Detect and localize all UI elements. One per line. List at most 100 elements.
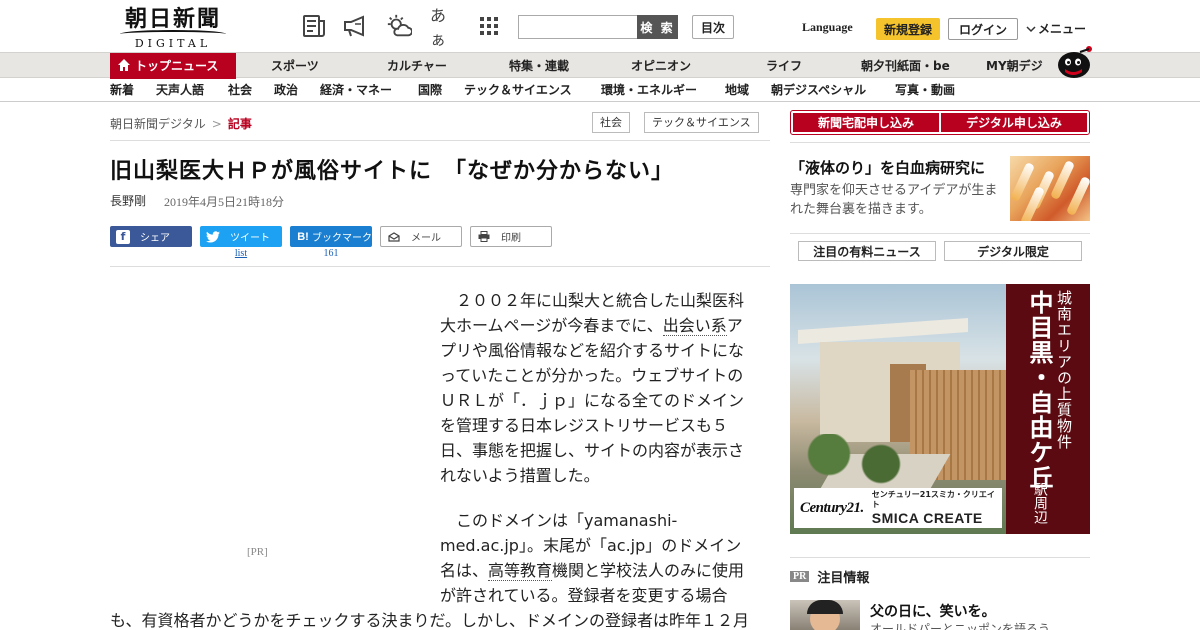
ad-brand-jp: センチュリー21スミカ・クリエイト xyxy=(871,490,995,509)
contents-button[interactable]: 目次 xyxy=(692,15,734,39)
tag-tech-science[interactable]: テック＆サイエンス xyxy=(644,112,759,133)
hatena-bookmark-label: ブックマーク xyxy=(312,233,372,244)
attention-description[interactable]: オールドパーとニッポンを語ろう xyxy=(870,620,1050,630)
secondary-nav: 新着 天声人語 社会 政治 経済・マネー 国際 テック＆サイエンス 環境・エネル… xyxy=(0,78,1200,102)
tag-society[interactable]: 社会 xyxy=(592,112,630,133)
newspaper-icon[interactable] xyxy=(302,14,328,38)
facebook-share-button[interactable]: f シェア xyxy=(110,226,192,247)
search-button[interactable]: 検 索 xyxy=(637,15,678,39)
divider xyxy=(790,557,1090,558)
article-title: 旧山梨医大ＨＰが風俗サイトに 「なぜか分からない」 xyxy=(110,159,675,184)
primary-nav: トップニュース スポーツ カルチャー 特集・連載 オピニオン ライフ 朝夕刊紙面… xyxy=(0,52,1200,79)
subscribe-paper-button[interactable]: 新聞宅配申し込み xyxy=(793,113,939,132)
attention-label: 注目情報 xyxy=(817,571,870,586)
article-paragraph-2-continued: も、有資格者かどうかをチェックする決まりだ。しかし、ドメインの登録者は昨年１２月 xyxy=(110,611,750,630)
logo-kanji: 朝日新聞 xyxy=(124,6,221,32)
nav-item-photo-video[interactable]: 写真・動画 xyxy=(895,78,955,102)
promo-image[interactable] xyxy=(1010,156,1090,221)
nav-item-opinion[interactable]: オピニオン xyxy=(631,53,691,79)
ad-headline-sub: 駅周辺 xyxy=(1032,482,1048,524)
weather-icon[interactable] xyxy=(386,14,412,38)
nav-item-top-news[interactable]: トップニュース xyxy=(110,53,236,79)
menu-button[interactable]: メニュー xyxy=(1026,20,1086,37)
nav-item-special[interactable]: 朝デジスペシャル xyxy=(771,78,866,102)
nav-item-economy[interactable]: 経済・マネー xyxy=(320,78,392,102)
register-button[interactable]: 新規登録 xyxy=(876,18,940,40)
language-link[interactable]: Language xyxy=(802,20,853,35)
nav-item-environment[interactable]: 環境・エネルギー xyxy=(601,78,697,102)
century21-logo: Century21. xyxy=(800,499,864,516)
nav-item-label: トップニュース xyxy=(135,59,219,73)
breadcrumb: 朝日新聞デジタル > 記事 xyxy=(110,115,252,132)
nav-item-latest[interactable]: 新着 xyxy=(110,78,134,102)
twitter-icon xyxy=(206,230,220,244)
menu-button-label: メニュー xyxy=(1038,22,1087,36)
tab-paid-news[interactable]: 注目の有料ニュース xyxy=(798,241,936,261)
breadcrumb-current: 記事 xyxy=(227,117,252,131)
facebook-share-label: シェア xyxy=(140,233,170,244)
nav-item-my-asadigi[interactable]: MY朝デジ xyxy=(986,53,1043,79)
twitter-count[interactable]: list xyxy=(200,248,282,259)
attention-heading: PR 注目情報 xyxy=(790,567,869,586)
promo-title[interactable]: 「液体のり」を白血病研究に xyxy=(790,157,985,178)
nav-item-politics[interactable]: 政治 xyxy=(274,78,298,102)
nav-item-sports[interactable]: スポーツ xyxy=(271,53,319,79)
nav-item-life[interactable]: ライフ xyxy=(766,53,802,79)
article-author[interactable]: 長野剛 xyxy=(110,192,146,209)
hatena-count[interactable]: 161 xyxy=(290,248,372,259)
pr-label: [PR] xyxy=(247,546,268,558)
search-input[interactable] xyxy=(518,15,637,39)
twitter-share-button[interactable]: ツイート xyxy=(200,226,282,247)
tab-digital-only[interactable]: デジタル限定 xyxy=(944,241,1082,261)
ad-house-photo: Century21. センチュリー21スミカ・クリエイト SMICA CREAT… xyxy=(790,284,1006,534)
logo-arc xyxy=(120,30,226,38)
print-button[interactable]: 印刷 xyxy=(470,226,552,247)
nav-item-newspaper[interactable]: 朝夕刊紙面・be xyxy=(861,53,950,79)
nav-item-tech-science[interactable]: テック＆サイエンス xyxy=(464,78,572,102)
mail-share-button[interactable]: メール xyxy=(380,226,462,247)
home-icon xyxy=(118,59,130,71)
nav-item-features[interactable]: 特集・連載 xyxy=(509,53,569,79)
megaphone-icon[interactable] xyxy=(343,14,369,38)
twitter-share-label: ツイート xyxy=(230,233,270,244)
attention-image[interactable] xyxy=(790,600,860,630)
article-paragraph-1: ２００２年に山梨大と統合した山梨医科大ホームページが今春までに、出会い系アプリや… xyxy=(440,288,746,488)
breadcrumb-separator: > xyxy=(211,117,222,131)
keyword-link[interactable]: 出会い系 xyxy=(662,316,727,336)
hatena-bookmark-button[interactable]: B! ブックマーク xyxy=(290,226,372,247)
breadcrumb-home[interactable]: 朝日新聞デジタル xyxy=(110,117,206,131)
site-logo[interactable]: 朝日新聞 DIGITAL xyxy=(116,6,230,50)
promo-description[interactable]: 専門家を仰天させるアイデアが生まれた舞台裏を描きます。 xyxy=(790,181,1004,219)
subscribe-digital-button[interactable]: デジタル申し込み xyxy=(941,113,1087,132)
attention-title[interactable]: 父の日に、笑いを。 xyxy=(870,601,996,621)
nav-item-tenseijingo[interactable]: 天声人語 xyxy=(156,78,204,102)
divider xyxy=(790,142,1090,143)
paragraph-text: アプリや風俗情報などを紹介するサイトになっていたことが分かった。ウェブサイトのＵ… xyxy=(440,316,745,485)
keyword-link[interactable]: 高等教育 xyxy=(488,561,553,581)
article-paragraph-2: このドメインは「yamanashi-med.ac.jp」。末尾が「ac.jp」の… xyxy=(440,508,746,608)
mascot-icon[interactable] xyxy=(1056,44,1092,78)
nav-item-culture[interactable]: カルチャー xyxy=(387,53,447,79)
printer-icon xyxy=(477,230,491,244)
nav-item-society[interactable]: 社会 xyxy=(228,78,252,102)
ad-headline: 中目黒・自由ケ丘 xyxy=(1025,290,1054,490)
divider xyxy=(110,266,770,267)
advertisement-banner[interactable]: Century21. センチュリー21スミカ・クリエイト SMICA CREAT… xyxy=(790,284,1090,534)
mail-icon xyxy=(387,230,401,244)
chevron-down-icon xyxy=(1026,26,1036,33)
hatena-icon: B! xyxy=(297,230,309,243)
logo-digital: DIGITAL xyxy=(134,37,212,50)
divider xyxy=(110,140,770,141)
subscribe-buttons: 新聞宅配申し込み デジタル申し込み xyxy=(790,110,1090,135)
login-button[interactable]: ログイン xyxy=(948,18,1018,40)
font-size-icon[interactable]: あぁ xyxy=(430,6,456,49)
site-header: 朝日新聞 DIGITAL あぁ 検 索 目次 Language 新規登録 ログイ… xyxy=(0,0,1200,52)
nav-item-international[interactable]: 国際 xyxy=(418,78,442,102)
nav-item-region[interactable]: 地域 xyxy=(725,78,749,102)
article-date: 2019年4月5日21時18分 xyxy=(164,195,285,209)
divider xyxy=(790,233,1090,234)
ad-brand-en: SMICA CREATE xyxy=(871,510,983,526)
print-label: 印刷 xyxy=(501,233,521,244)
grid-menu-icon[interactable] xyxy=(476,14,502,38)
ad-tagline: 城南エリアの上質物件 xyxy=(1055,290,1073,450)
